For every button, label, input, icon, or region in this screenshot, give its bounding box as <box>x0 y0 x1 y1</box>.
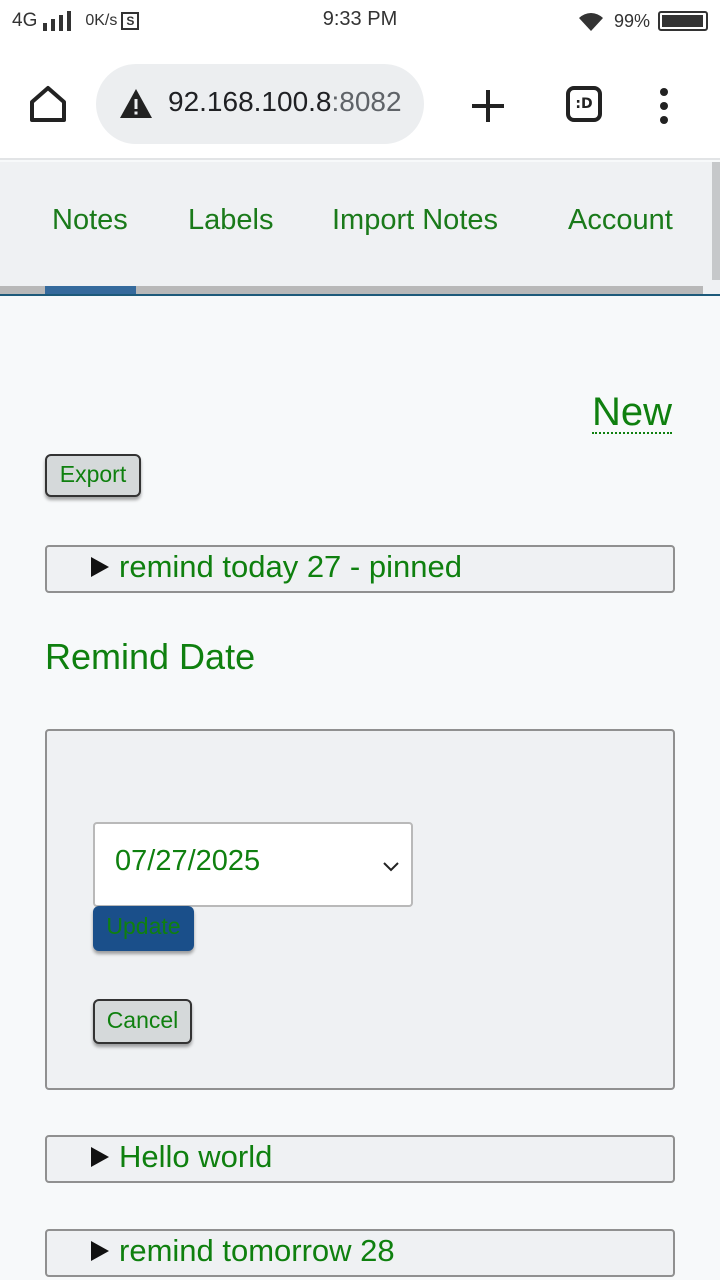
app-nav: Notes Labels Import Notes Account <box>0 162 720 296</box>
export-button[interactable]: Export <box>45 454 141 497</box>
warning-icon[interactable] <box>118 86 154 122</box>
nav-item-labels[interactable]: Labels <box>188 204 273 237</box>
expand-triangle-icon[interactable] <box>91 557 109 577</box>
battery-percent: 99% <box>613 10 650 31</box>
remind-date-panel: 07/27/2025 Update Cancel <box>45 729 675 1090</box>
vertical-scrollbar[interactable] <box>712 162 720 280</box>
new-tab-icon[interactable] <box>466 84 510 128</box>
note-item-hello-world[interactable]: Hello world <box>45 1135 675 1183</box>
cancel-button[interactable]: Cancel <box>93 999 192 1044</box>
tab-switcher-button[interactable]: :D <box>566 86 602 122</box>
nav-item-import-notes[interactable]: Import Notes <box>332 204 498 237</box>
remind-date-select[interactable]: 07/27/2025 <box>93 822 413 907</box>
wifi-icon <box>578 13 603 31</box>
nav-item-account[interactable]: Account <box>568 204 673 237</box>
remind-date-value: 07/27/2025 <box>115 845 261 877</box>
home-icon[interactable] <box>26 82 70 126</box>
url-host: 92.168.100.8 <box>168 86 332 117</box>
update-button[interactable]: Update <box>93 906 194 951</box>
browser-toolbar: 92.168.100.8:8082 :D <box>0 44 720 160</box>
expand-triangle-icon[interactable] <box>91 1241 109 1261</box>
note-summary[interactable]: remind today 27 - pinned <box>119 549 462 585</box>
note-summary[interactable]: remind tomorrow 28 <box>119 1233 395 1269</box>
note-summary[interactable]: Hello world <box>119 1139 272 1175</box>
expand-triangle-icon[interactable] <box>91 1147 109 1167</box>
status-bar: 4G 0K/s S 9:33 PM 99% <box>0 0 720 44</box>
note-item-remind-tomorrow[interactable]: remind tomorrow 28 <box>45 1229 675 1277</box>
status-right: 99% <box>576 10 708 32</box>
new-note-link[interactable]: New <box>592 392 673 434</box>
remind-date-heading: Remind Date <box>45 636 256 677</box>
more-menu-icon[interactable] <box>654 84 674 128</box>
nav-item-notes[interactable]: Notes <box>52 204 128 237</box>
chevron-down-icon <box>383 862 399 872</box>
battery-icon <box>658 11 708 31</box>
url-port: :8082 <box>331 86 402 117</box>
address-bar[interactable]: 92.168.100.8:8082 <box>96 64 424 144</box>
nav-scrollbar-thumb[interactable] <box>45 286 136 294</box>
note-item-pinned[interactable]: remind today 27 - pinned <box>45 545 675 593</box>
url-text[interactable]: 92.168.100.8:8082 <box>168 86 402 118</box>
